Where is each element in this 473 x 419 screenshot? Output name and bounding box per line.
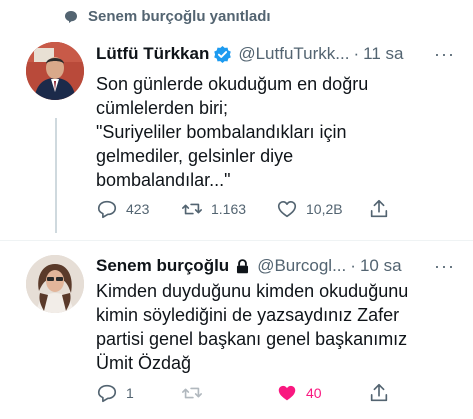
timestamp[interactable]: 10 sa	[360, 256, 402, 276]
share-icon	[370, 199, 388, 218]
author-name[interactable]: Senem burçoğlu	[96, 256, 229, 276]
tweet-text: Son günlerde okuduğum en doğru cümlelerd…	[96, 74, 369, 190]
tweet-header: Senem burçoğlu @Burcogl... · 10 sa	[96, 256, 402, 276]
reply-context-text: Senem burçoğlu yanıtladı	[88, 8, 271, 25]
retweet-icon	[182, 203, 202, 215]
reply-context: Senem burçoğlu yanıtladı	[64, 8, 271, 25]
reply-count: 1	[126, 385, 134, 401]
separator-dot: ·	[353, 44, 360, 63]
like-count: 40	[306, 385, 322, 401]
more-options-icon[interactable]: ···	[434, 44, 455, 65]
tweet-header: Lütfü Türkkan @LutfuTurkk... · 11 sa	[96, 44, 403, 64]
tweet-actions: 1 40	[96, 382, 390, 404]
reply-count: 423	[126, 201, 150, 217]
reply-bubble-icon	[65, 10, 77, 23]
retweet-icon	[182, 387, 202, 399]
timestamp[interactable]: 11 sa	[363, 44, 403, 64]
share-icon	[370, 383, 388, 402]
like-button[interactable]: 10,2B	[276, 198, 368, 220]
reply-icon	[97, 200, 117, 219]
author-handle[interactable]: @Burcogl...	[257, 256, 346, 276]
heart-icon	[277, 201, 297, 218]
retweet-button	[181, 382, 276, 404]
share-button[interactable]	[368, 198, 390, 220]
reply-button[interactable]: 1	[96, 382, 181, 404]
avatar[interactable]	[26, 42, 84, 100]
share-button[interactable]	[368, 382, 390, 404]
more-options-icon[interactable]: ···	[434, 256, 455, 277]
reply-icon	[97, 384, 117, 403]
separator-dot: ·	[350, 256, 356, 275]
heart-filled-icon	[278, 385, 296, 401]
retweet-button[interactable]: 1.163	[181, 198, 276, 220]
author-handle[interactable]: @LutfuTurkk...	[238, 44, 349, 64]
reply-button[interactable]: 423	[96, 198, 181, 220]
divider	[0, 240, 473, 241]
lock-icon	[237, 258, 249, 273]
tweet-actions: 423 1.163 10,2B	[96, 198, 390, 220]
thread-line	[55, 118, 57, 233]
author-name[interactable]: Lütfü Türkkan	[96, 44, 209, 64]
like-button[interactable]: 40	[276, 382, 368, 404]
tweet-text: Kimden duyduğunu kimden okuduğunu kimin …	[96, 281, 409, 373]
avatar[interactable]	[26, 255, 84, 313]
like-count: 10,2B	[306, 201, 343, 217]
verified-badge-icon	[214, 45, 232, 63]
retweet-count: 1.163	[211, 201, 247, 217]
